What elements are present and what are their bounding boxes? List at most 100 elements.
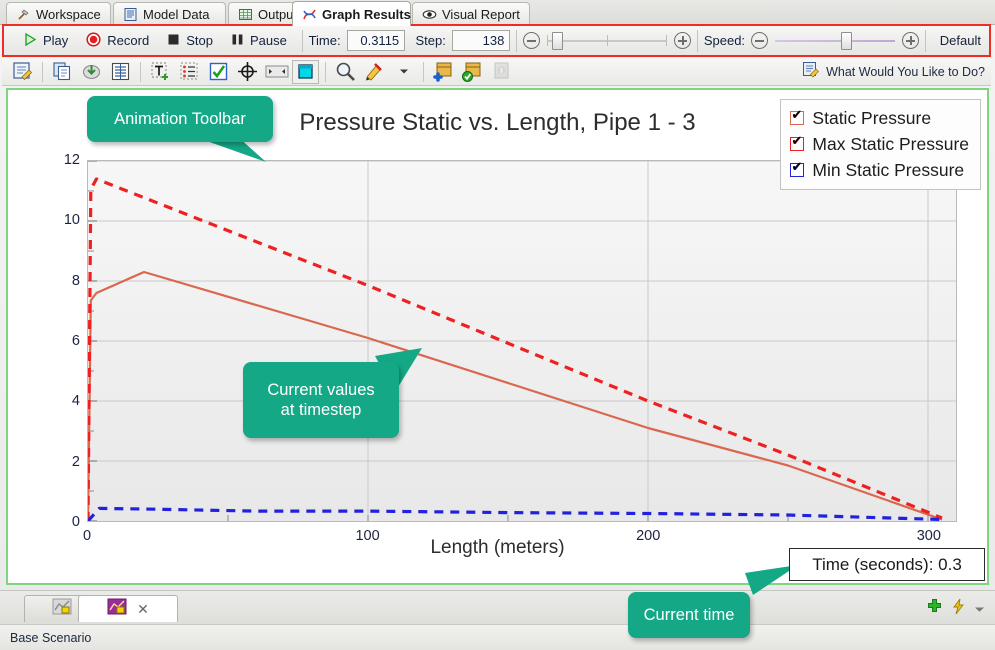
add-green-icon[interactable] [926, 598, 943, 620]
legend-label: Min Static Pressure [812, 160, 964, 181]
step-slider-thumb[interactable] [552, 32, 563, 50]
graph-panel: Pressure Static vs. Length, Pipe 1 - 3 P… [6, 88, 989, 585]
scroll-icon[interactable] [263, 60, 290, 84]
eye-icon [422, 7, 437, 22]
main-tabstrip: Workspace Model Data Output Graph Result… [0, 0, 995, 25]
copy-icon[interactable] [49, 60, 76, 84]
callout-line-1: Current values [267, 380, 374, 400]
tab-label: Model Data [143, 7, 209, 22]
stop-label: Stop [186, 33, 213, 48]
x-tick-200: 200 [636, 528, 660, 544]
status-text: Base Scenario [10, 631, 91, 645]
legend-checkbox[interactable]: ✔ [790, 163, 804, 177]
x-tick-100: 100 [355, 528, 379, 544]
legend-item-max-static-pressure[interactable]: ✔ Max Static Pressure [790, 131, 969, 157]
graph-icon-toolbar: What Would You Like to Do? [2, 58, 991, 86]
record-icon [86, 32, 101, 50]
zoom-icon[interactable] [332, 60, 359, 84]
dropdown-arrow-icon[interactable] [974, 600, 985, 618]
y-tick-6: 6 [10, 333, 80, 349]
y-tick-10: 10 [10, 212, 80, 228]
legend-item-static-pressure[interactable]: ✔ Static Pressure [790, 105, 969, 131]
bottom-tab-2[interactable]: ✕ [78, 595, 178, 622]
color-fill-icon[interactable] [292, 60, 319, 84]
help-label: What Would You Like to Do? [826, 65, 985, 79]
add-text-icon[interactable] [147, 60, 174, 84]
legend-checkbox[interactable]: ✔ [790, 137, 804, 151]
checkmark-icon[interactable] [205, 60, 232, 84]
plot-area[interactable] [87, 160, 957, 522]
add-graph-icon[interactable] [430, 60, 457, 84]
list-data-icon[interactable] [107, 60, 134, 84]
format-icon[interactable] [361, 60, 388, 84]
legend-label: Static Pressure [812, 108, 931, 129]
step-slider-ticks [547, 35, 667, 47]
annotate-icon[interactable] [176, 60, 203, 84]
callout-animation-toolbar: Animation Toolbar [87, 96, 273, 142]
step-decrease-button[interactable] [523, 32, 540, 49]
callout-current-values: Current values at timestep [243, 362, 399, 438]
step-label: Step: [415, 33, 445, 48]
legend-checkbox[interactable]: ✔ [790, 111, 804, 125]
chart-canvas [88, 161, 956, 521]
speed-label: Speed: [704, 33, 745, 48]
y-tick-4: 4 [10, 393, 80, 409]
y-tick-2: 2 [10, 454, 80, 470]
model-data-icon [123, 7, 138, 22]
wizard-icon [802, 61, 820, 82]
toolbar-divider [925, 30, 926, 52]
record-button[interactable]: Record [77, 29, 158, 53]
application-window: Workspace Model Data Output Graph Result… [0, 0, 995, 650]
crosshair-icon[interactable] [234, 60, 261, 84]
animation-toolbar: Play Record Stop Pause Ti [2, 24, 991, 57]
info-icon [488, 60, 515, 84]
default-button[interactable]: Default [932, 33, 989, 48]
toolbar-divider [697, 30, 698, 52]
tab-visual-report[interactable]: Visual Report [412, 2, 530, 25]
y-tick-8: 8 [10, 273, 80, 289]
speed-decrease-button[interactable] [751, 32, 768, 49]
bottom-right-controls [926, 598, 985, 620]
hammer-icon [16, 7, 31, 22]
tab-model-data[interactable]: Model Data [113, 2, 226, 25]
pause-button[interactable]: Pause [222, 29, 296, 53]
what-would-you-like-to-do-button[interactable]: What Would You Like to Do? [802, 61, 985, 82]
step-increase-button[interactable] [674, 32, 691, 49]
pause-label: Pause [250, 33, 287, 48]
stop-button[interactable]: Stop [158, 29, 222, 53]
tab-label: Graph Results [322, 7, 411, 22]
tab-workspace[interactable]: Workspace [6, 2, 111, 25]
speed-slider-thumb[interactable] [841, 32, 852, 50]
callout-current-time: Current time [628, 592, 750, 638]
step-slider[interactable] [547, 31, 667, 51]
callout-line-2: at timestep [281, 400, 362, 420]
stop-icon [167, 33, 180, 49]
speed-increase-button[interactable] [902, 32, 919, 49]
chart-legend[interactable]: ✔ Static Pressure ✔ Max Static Pressure … [780, 99, 981, 190]
play-label: Play [43, 33, 68, 48]
time-readout: Time (seconds): 0.3 [789, 548, 985, 581]
apply-graph-icon[interactable] [459, 60, 486, 84]
tab-graph-results[interactable]: Graph Results [292, 1, 411, 26]
play-button[interactable]: Play [14, 29, 77, 53]
lightning-icon[interactable] [951, 598, 966, 620]
bottom-tab-close-button[interactable]: ✕ [137, 601, 149, 618]
toolbar-divider [516, 30, 517, 52]
speed-slider-track [775, 40, 895, 42]
time-input[interactable]: 0.3115 [347, 30, 406, 51]
table-icon [238, 7, 253, 22]
graph-tab-active-icon [107, 598, 127, 620]
graph-icon [302, 7, 317, 22]
step-input[interactable]: 138 [452, 30, 511, 51]
graph-tab-icon [52, 598, 72, 620]
y-tick-12: 12 [10, 152, 80, 168]
save-graph-icon[interactable] [78, 60, 105, 84]
edit-graph-icon[interactable] [9, 60, 36, 84]
tab-label: Workspace [36, 7, 101, 22]
dropdown-arrow-icon[interactable] [390, 60, 417, 84]
speed-slider[interactable] [775, 31, 895, 51]
y-tick-0: 0 [10, 514, 80, 530]
toolbar-divider [302, 30, 303, 52]
legend-item-min-static-pressure[interactable]: ✔ Min Static Pressure [790, 157, 969, 183]
status-bar: Base Scenario [0, 624, 995, 650]
